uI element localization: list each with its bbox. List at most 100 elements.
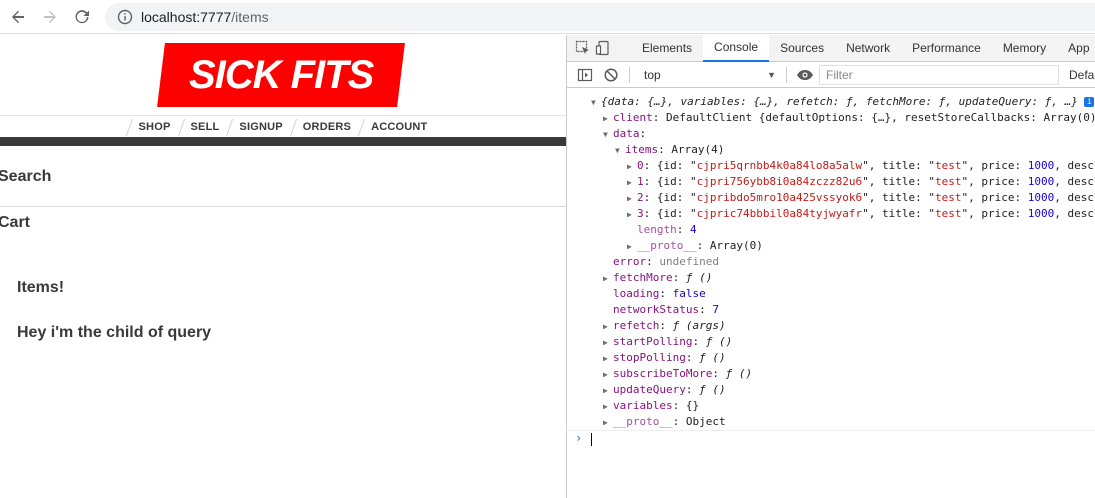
prop-value: ƒ ()	[699, 383, 726, 396]
prop-value: 4	[690, 223, 697, 236]
items-entry-1[interactable]: ▶ 1: {id: "cjpri756ybb8i0a84zczz82u6", ti…	[627, 174, 1095, 190]
device-toolbar-button[interactable]	[595, 38, 611, 58]
prop-stoppolling[interactable]: ▶ stopPolling: ƒ ()	[603, 350, 726, 366]
expand-triangle-icon[interactable]: ▶	[603, 335, 613, 351]
arrow-left-icon	[12, 10, 24, 23]
prop-value: false	[672, 287, 706, 300]
back-button[interactable]	[4, 3, 32, 31]
prop-key: __proto__	[637, 239, 697, 252]
expand-triangle-icon[interactable]: ▶	[603, 271, 613, 287]
expand-triangle-icon[interactable]: ▶	[603, 319, 613, 335]
prop-key: updateQuery	[613, 383, 686, 396]
expand-triangle-icon[interactable]: ▶	[603, 399, 613, 415]
expand-triangle-icon[interactable]: ▼	[615, 143, 625, 159]
tab-network[interactable]: Network	[835, 35, 901, 62]
items-heading: Items!	[17, 279, 65, 296]
prop-proto[interactable]: ▶ __proto__: Object	[603, 414, 726, 430]
expand-triangle-icon[interactable]: ▶	[627, 239, 637, 255]
live-expression-button[interactable]	[795, 65, 815, 85]
forward-button[interactable]	[36, 3, 64, 31]
item-index: 2	[637, 191, 644, 204]
item-price: 1000	[1027, 207, 1055, 220]
nav-shop[interactable]: SHOP	[129, 121, 181, 133]
root-summary: {data: {…}, variables: {…}, refetch: ƒ, …	[601, 95, 1078, 108]
logo-link[interactable]: SICK FITS	[157, 43, 405, 107]
expand-triangle-icon[interactable]: ▶	[627, 191, 637, 207]
item-price: 1000	[1027, 191, 1055, 204]
prop-variables[interactable]: ▶ variables: {}	[603, 398, 699, 414]
nav-account[interactable]: ACCOUNT	[361, 121, 437, 133]
info-badge-icon[interactable]: i	[1084, 97, 1095, 107]
toolbar-separator	[786, 66, 787, 83]
nav-sell[interactable]: SELL	[181, 121, 230, 133]
expand-triangle-icon[interactable]: ▼	[603, 127, 613, 143]
inspect-element-button[interactable]	[575, 38, 591, 58]
prop-refetch[interactable]: ▶ refetch: ƒ (args)	[603, 318, 726, 334]
toggle-sidebar-button[interactable]	[575, 65, 595, 85]
header-divider-bar	[0, 137, 566, 146]
item-index: 1	[637, 175, 644, 188]
log-levels-dropdown[interactable]: Defau	[1069, 68, 1095, 82]
prop-key: error	[613, 255, 647, 268]
item-price: 1000	[1027, 159, 1055, 172]
prop-value: ƒ ()	[685, 271, 713, 284]
prop-value: ƒ ()	[699, 351, 726, 364]
nav-orders[interactable]: ORDERS	[293, 121, 361, 133]
prop-items-proto[interactable]: ▶ __proto__: Array(0)	[627, 238, 763, 254]
tab-elements[interactable]: Elements	[631, 35, 703, 62]
context-select-value: top	[644, 67, 661, 82]
prompt-chevron-icon: ›	[575, 431, 583, 445]
items-entry-2[interactable]: ▶ 2: {id: "cjpribdo5mro10a425vssyok6", ti…	[627, 190, 1095, 206]
prop-key: data	[613, 127, 640, 140]
toolbar-separator	[629, 66, 630, 83]
expand-triangle-icon[interactable]: ▶	[627, 207, 637, 223]
prop-subscribetomore[interactable]: ▶ subscribeToMore: ƒ ()	[603, 366, 752, 382]
tab-application[interactable]: App	[1057, 35, 1095, 62]
divider	[0, 206, 566, 207]
items-entry-3[interactable]: ▶ 3: {id: "cjpric74bbbil0a84tyjwyafr", ti…	[627, 206, 1095, 222]
reload-button[interactable]	[68, 3, 96, 31]
expand-triangle-icon[interactable]: ▶	[603, 367, 613, 383]
prop-fetchmore[interactable]: ▶ fetchMore: ƒ ()	[603, 270, 712, 286]
item-id: cjpri5qrnbb4k0a84lo8a5alw	[696, 159, 863, 172]
nav-signup[interactable]: SIGNUP	[229, 121, 292, 133]
context-select[interactable]: top ▼	[640, 65, 780, 85]
child-text: Hey i'm the child of query	[17, 324, 212, 341]
tab-console[interactable]: Console	[703, 35, 770, 62]
prop-length: length: 4	[637, 223, 697, 236]
prop-client[interactable]: ▶ client: DefaultClient {defaultOptions: …	[603, 110, 1095, 126]
cart-label: Cart	[0, 214, 31, 231]
expand-triangle-icon[interactable]: ▶	[627, 159, 637, 175]
clear-console-button[interactable]	[601, 65, 621, 85]
expand-triangle-icon[interactable]: ▼	[591, 95, 601, 111]
filter-input[interactable]	[819, 65, 1059, 85]
items-entry-0[interactable]: ▶ 0: {id: "cjpri5qrnbb4k0a84lo8a5alw", ti…	[627, 158, 1095, 174]
prop-value: ƒ ()	[725, 367, 753, 380]
expand-triangle-icon[interactable]: ▶	[627, 175, 637, 191]
item-id: cjpric74bbbil0a84tyjwyafr	[696, 207, 863, 220]
tab-sources[interactable]: Sources	[769, 35, 835, 62]
item-id: cjpri756ybb8i0a84zczz82u6	[696, 175, 863, 188]
info-icon[interactable]	[117, 9, 133, 25]
prop-updatequery[interactable]: ▶ updateQuery: ƒ ()	[603, 382, 726, 398]
item-tail: , descr	[1054, 175, 1095, 188]
prop-items[interactable]: ▼ items: Array(4)	[615, 142, 724, 158]
url-path: /items	[231, 9, 269, 25]
expand-triangle-icon[interactable]: ▶	[603, 383, 613, 399]
logo: SICK FITS	[157, 43, 405, 107]
item-index: 3	[637, 207, 644, 220]
console-prompt[interactable]: ›	[567, 430, 1095, 446]
device-icon	[595, 40, 609, 56]
prop-data[interactable]: ▼ data:	[603, 126, 646, 142]
console-root-object[interactable]: ▼ {data: {…}, variables: {…}, refetch: ƒ,…	[591, 94, 1095, 111]
tab-memory[interactable]: Memory	[992, 35, 1057, 62]
prop-startpolling[interactable]: ▶ startPolling: ƒ ()	[603, 334, 732, 350]
prop-error: error: undefined	[613, 255, 719, 268]
web-page: SICK FITS SHOP SELL SIGNUP ORDERS ACCOUN…	[0, 35, 566, 498]
prop-loading: loading: false	[613, 287, 706, 300]
expand-triangle-icon[interactable]: ▶	[603, 415, 613, 431]
expand-triangle-icon[interactable]: ▶	[603, 351, 613, 367]
expand-triangle-icon[interactable]: ▶	[603, 111, 613, 127]
address-bar[interactable]: localhost:7777/items	[105, 3, 1095, 31]
tab-performance[interactable]: Performance	[901, 35, 992, 62]
